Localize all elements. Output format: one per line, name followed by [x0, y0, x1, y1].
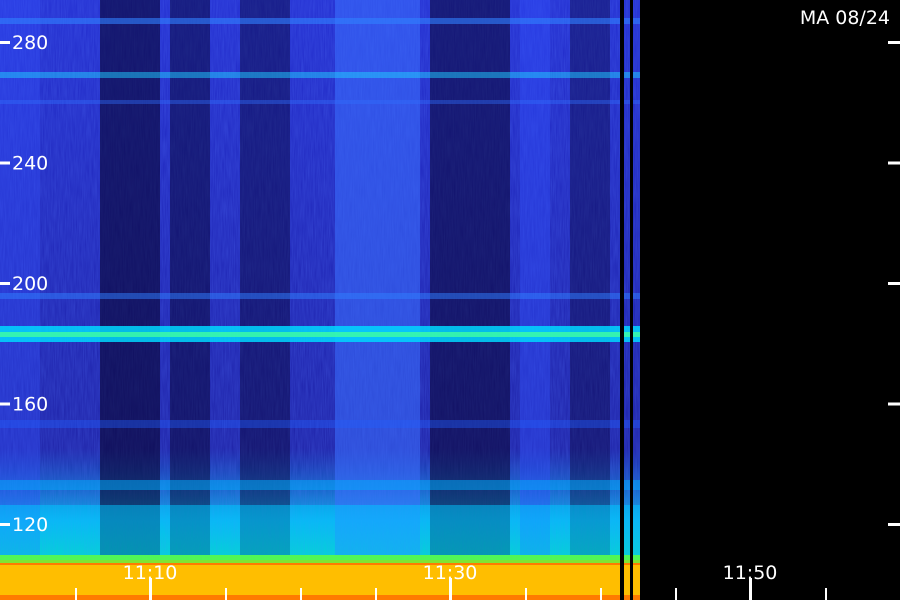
column-4 [335, 0, 420, 555]
x-tick-600 [600, 588, 602, 600]
column-1 [100, 0, 160, 555]
column-3 [240, 0, 290, 555]
column-2 [170, 0, 210, 555]
y-tick-left-280 [0, 41, 10, 44]
x-label-2: 11:50 [723, 562, 778, 584]
row-0 [0, 18, 640, 24]
x-label-0: 11:10 [123, 562, 178, 584]
intensity-band-bottom-inner [0, 565, 640, 595]
cutoff-line [620, 0, 624, 600]
cutoff-line-2 [630, 0, 633, 600]
y-tick-left-120 [0, 523, 10, 526]
y-label-240: 240 [12, 153, 48, 175]
y-label-160: 160 [12, 394, 48, 416]
station-label: MA 08/24 [800, 7, 890, 29]
row-1 [0, 72, 640, 78]
x-tick-825 [825, 588, 827, 600]
row-3 [0, 293, 640, 299]
empty-region [640, 0, 900, 600]
row-5 [0, 332, 640, 337]
row-6 [0, 420, 640, 428]
y-label-280: 280 [12, 32, 48, 54]
x-tick-525 [525, 588, 527, 600]
y-tick-right-160 [888, 402, 900, 406]
column-7 [570, 0, 610, 555]
x-tick-225 [225, 588, 227, 600]
x-tick-75 [75, 588, 77, 600]
y-label-120: 120 [12, 514, 48, 536]
x-tick-375 [375, 588, 377, 600]
y-tick-right-280 [888, 41, 900, 44]
column-5 [430, 0, 510, 555]
y-tick-left-160 [0, 402, 10, 406]
y-label-200: 200 [12, 273, 48, 295]
x-label-1: 11:30 [423, 562, 478, 584]
spectrogram: 280 240 200 160 120 11:10 11:30 11:50 MA 08/24 [0, 0, 900, 600]
x-tick-675 [675, 588, 677, 600]
row-8 [0, 505, 640, 555]
x-tick-300 [300, 588, 302, 600]
intensity-band-edge [0, 555, 640, 563]
y-tick-right-120 [888, 523, 900, 526]
row-2 [0, 100, 640, 104]
y-tick-left-200 [0, 282, 10, 285]
y-tick-left-240 [0, 161, 10, 165]
y-tick-right-200 [888, 282, 900, 285]
row-7 [0, 480, 640, 490]
y-tick-right-240 [888, 161, 900, 165]
column-6 [520, 0, 550, 555]
